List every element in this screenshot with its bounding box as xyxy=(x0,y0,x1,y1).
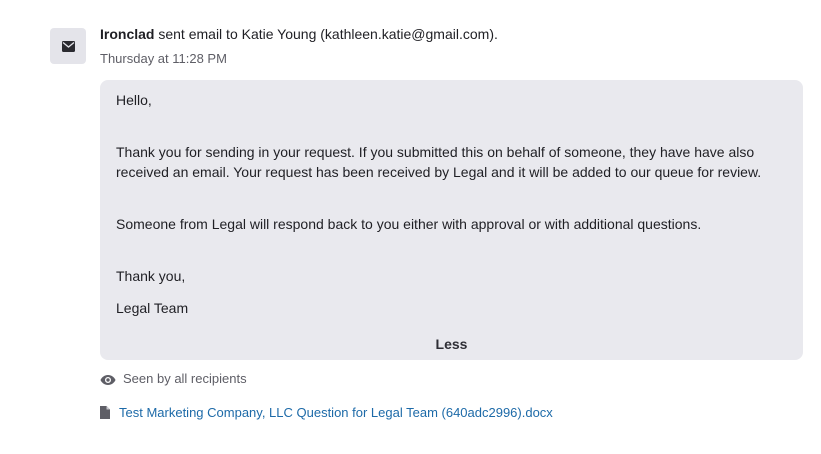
email-event-avatar xyxy=(50,28,86,64)
email-closing: Thank you, xyxy=(116,268,186,284)
email-message-body: Hello, Thank you for sending in your req… xyxy=(100,80,803,360)
seen-status-text: Seen by all recipients xyxy=(123,371,247,386)
attachment-row: Test Marketing Company, LLC Question for… xyxy=(100,404,553,421)
email-action-text: sent email to Katie Young (kathleen.kati… xyxy=(154,26,498,42)
email-greeting: Hello, xyxy=(116,92,152,108)
seen-status: Seen by all recipients xyxy=(100,370,247,387)
sender-name: Ironclad xyxy=(100,26,155,42)
email-signature: Legal Team xyxy=(116,300,189,316)
show-less-button[interactable]: Less xyxy=(100,334,803,354)
email-paragraph: Someone from Legal will respond back to … xyxy=(116,216,702,232)
email-event-header: Ironclad sent email to Katie Young (kath… xyxy=(100,25,498,43)
attachment-link[interactable]: Test Marketing Company, LLC Question for… xyxy=(119,404,553,421)
email-paragraph: Thank you for sending in your request. I… xyxy=(116,144,762,180)
document-icon xyxy=(100,406,110,419)
mail-icon xyxy=(61,40,75,52)
eye-icon xyxy=(100,375,116,385)
event-timestamp: Thursday at 11:28 PM xyxy=(100,51,227,66)
